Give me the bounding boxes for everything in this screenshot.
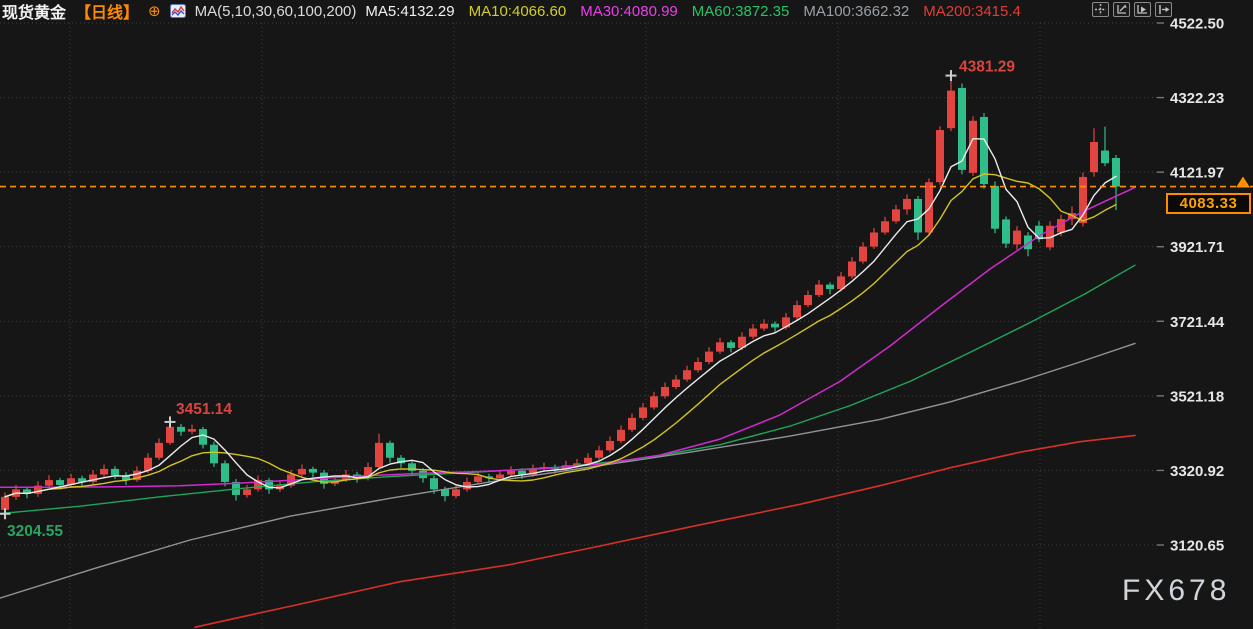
- chart-toolbar: [1092, 2, 1172, 17]
- legend-ma100: MA100:3662.32: [803, 3, 909, 20]
- candle: [639, 407, 647, 417]
- candle: [199, 429, 207, 445]
- candle: [705, 352, 713, 362]
- candle: [474, 476, 482, 482]
- last-price-tag: 4083.33: [1166, 193, 1251, 214]
- candle: [430, 478, 438, 489]
- legend-ma10: MA10:4066.60: [469, 3, 567, 20]
- candle: [727, 342, 735, 348]
- ma-legend: MA5:4132.29 MA10:4066.60 MA30:4080.99 MA60:…: [365, 3, 1020, 20]
- candle: [177, 427, 185, 432]
- legend-ma200: MA200:3415.4: [923, 3, 1021, 20]
- candle: [243, 489, 251, 495]
- candle: [210, 445, 218, 464]
- candle: [694, 362, 702, 370]
- y-axis-label: 3921.71: [1170, 239, 1224, 256]
- candle: [1002, 219, 1010, 243]
- candle: [386, 443, 394, 458]
- candle: [892, 209, 900, 221]
- symbol-title: 现货黄金: [2, 0, 66, 23]
- price-annotation: 3451.14: [176, 401, 232, 418]
- candle: [815, 285, 823, 295]
- ma-settings-label: MA(5,10,30,60,100,200): [195, 3, 357, 20]
- candle: [309, 469, 317, 473]
- candle: [859, 247, 867, 262]
- chart-type-icon[interactable]: [170, 4, 186, 18]
- y-axis-label: 3521.18: [1170, 388, 1224, 405]
- candle: [595, 450, 603, 457]
- candle: [617, 430, 625, 441]
- candle: [496, 474, 504, 478]
- candle: [452, 489, 460, 496]
- candlestick-chart[interactable]: 4522.50 4322.23 4121.97 3921.71 3721.44 3521.…: [0, 0, 1253, 629]
- candle: [771, 324, 779, 328]
- watermark: FX678: [1122, 574, 1230, 608]
- candle: [507, 471, 515, 475]
- candle: [584, 458, 592, 464]
- y-axis-label: 3120.65: [1170, 538, 1224, 555]
- price-annotation: 4381.29: [959, 59, 1015, 76]
- add-indicator-icon[interactable]: ⊕: [148, 4, 161, 19]
- candle: [1, 497, 9, 510]
- legend-ma5: MA5:4132.29: [365, 3, 454, 20]
- y-axis-label: 4522.50: [1170, 16, 1224, 33]
- candle: [100, 469, 108, 475]
- candle: [221, 463, 229, 482]
- scale-axis-icon[interactable]: [1113, 2, 1130, 17]
- candle: [650, 396, 658, 407]
- candle: [793, 305, 801, 317]
- candle: [958, 88, 966, 170]
- chart-window: 4522.50 4322.23 4121.97 3921.71 3721.44 3521.…: [0, 0, 1253, 629]
- period-label[interactable]: 【日线】: [75, 0, 139, 23]
- candle: [903, 199, 911, 209]
- candle: [155, 443, 163, 458]
- candle: [749, 329, 757, 337]
- legend-ma60: MA60:3872.35: [692, 3, 790, 20]
- candle: [628, 418, 636, 430]
- y-axis-label: 4121.97: [1170, 165, 1224, 182]
- ma-line-ma10: [5, 174, 1116, 497]
- candle: [1101, 151, 1109, 164]
- y-axis-label: 4322.23: [1170, 90, 1224, 107]
- candle: [925, 182, 933, 232]
- candle: [991, 186, 999, 229]
- candle: [936, 130, 944, 182]
- candle: [672, 380, 680, 387]
- crosshair-icon[interactable]: [1092, 2, 1109, 17]
- candle: [45, 480, 53, 486]
- candle: [1090, 142, 1098, 172]
- ma-line-ma200: [195, 435, 1135, 627]
- chart-header: 现货黄金【日线】 ⊕ MA(5,10,30,60,100,200) MA5:41…: [2, 0, 1021, 22]
- price-up-arrow-icon: [1236, 177, 1250, 188]
- candle: [606, 441, 614, 450]
- candle: [56, 480, 64, 485]
- y-axis-label: 3320.92: [1170, 463, 1224, 480]
- candle: [166, 427, 174, 443]
- candle: [1079, 177, 1087, 223]
- price-annotation: 3204.55: [7, 523, 63, 540]
- scale-play-icon[interactable]: [1134, 2, 1151, 17]
- candle: [804, 295, 812, 305]
- candle: [298, 469, 306, 475]
- candle: [848, 262, 856, 277]
- candle: [881, 221, 889, 232]
- detach-window-icon[interactable]: [1155, 2, 1172, 17]
- candle: [188, 429, 196, 432]
- candle: [1112, 158, 1120, 187]
- y-axis-label: 3721.44: [1170, 314, 1225, 331]
- legend-ma30: MA30:4080.99: [580, 3, 678, 20]
- candle: [375, 443, 383, 467]
- candle: [947, 91, 955, 129]
- candle: [1013, 231, 1021, 245]
- ma-line-ma5: [5, 139, 1116, 497]
- candle: [826, 285, 834, 289]
- candle: [111, 469, 119, 475]
- ma-line-ma60: [0, 265, 1135, 513]
- candle: [760, 324, 768, 329]
- candle: [661, 387, 669, 396]
- candle: [870, 232, 878, 246]
- candle: [683, 370, 691, 379]
- candle: [969, 121, 977, 173]
- candle: [716, 342, 724, 351]
